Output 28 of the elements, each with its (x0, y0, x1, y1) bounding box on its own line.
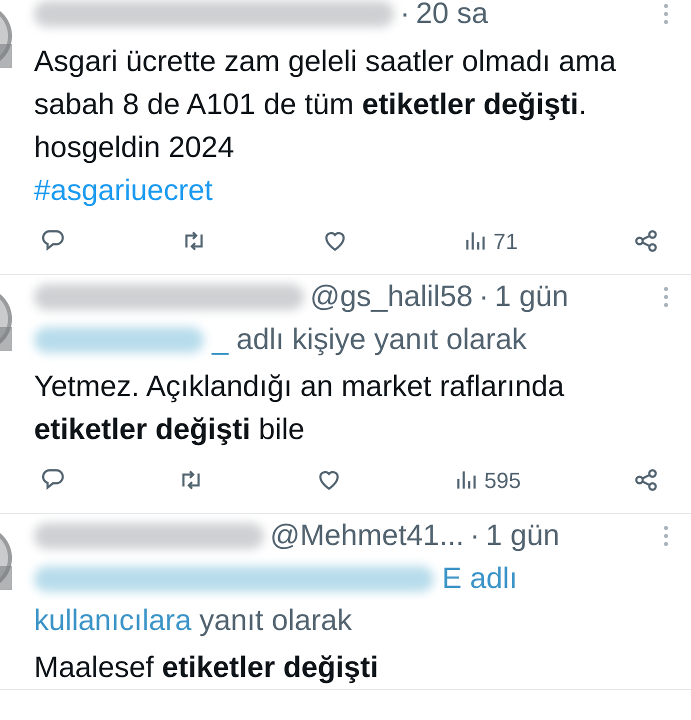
share-icon (632, 228, 659, 254)
reply-context: adlı kişiye yanıt olarak (236, 322, 527, 358)
separator-dot: · (400, 0, 410, 32)
tweet-text: Maalesef etiketler değişti (34, 650, 380, 686)
tweet-text: Yetmez. Açıklandığı an market raflarında etiketler değişti bile (34, 369, 566, 448)
view-count: 71 (493, 228, 518, 256)
share-button[interactable] (632, 467, 659, 493)
user-handle: @Mehmet41... (270, 518, 464, 554)
reply-context: yanıt olarak (199, 603, 352, 639)
timestamp: 20 sa (416, 0, 488, 32)
more-icon (663, 285, 669, 309)
view-count: 595 (484, 466, 521, 494)
timestamp: 1 gün (486, 518, 560, 554)
mention-link[interactable]: _ (212, 319, 228, 361)
separator-dot: · (478, 278, 489, 315)
mention-link[interactable]: E adlı (442, 558, 518, 600)
share-icon (632, 467, 659, 493)
hashtag-link[interactable]: #asgariuecret (34, 169, 669, 212)
tweet-text: Asgari ücrette zam geleli saatler olmadı ama sabah 8 de A101 de tüm etiketler değişti. hosgeldin 2024 (34, 44, 618, 166)
views-button[interactable]: 71 (463, 224, 518, 258)
timestamp: 1 gün (494, 278, 568, 315)
more-icon (663, 524, 669, 548)
user-handle: @gs_halil58 (310, 278, 473, 315)
more-icon (663, 2, 669, 26)
share-button[interactable] (632, 228, 659, 254)
separator-dot: · (470, 518, 480, 554)
mention-link[interactable]: kullanıcılara (34, 600, 192, 642)
views-button[interactable]: 595 (454, 464, 521, 496)
